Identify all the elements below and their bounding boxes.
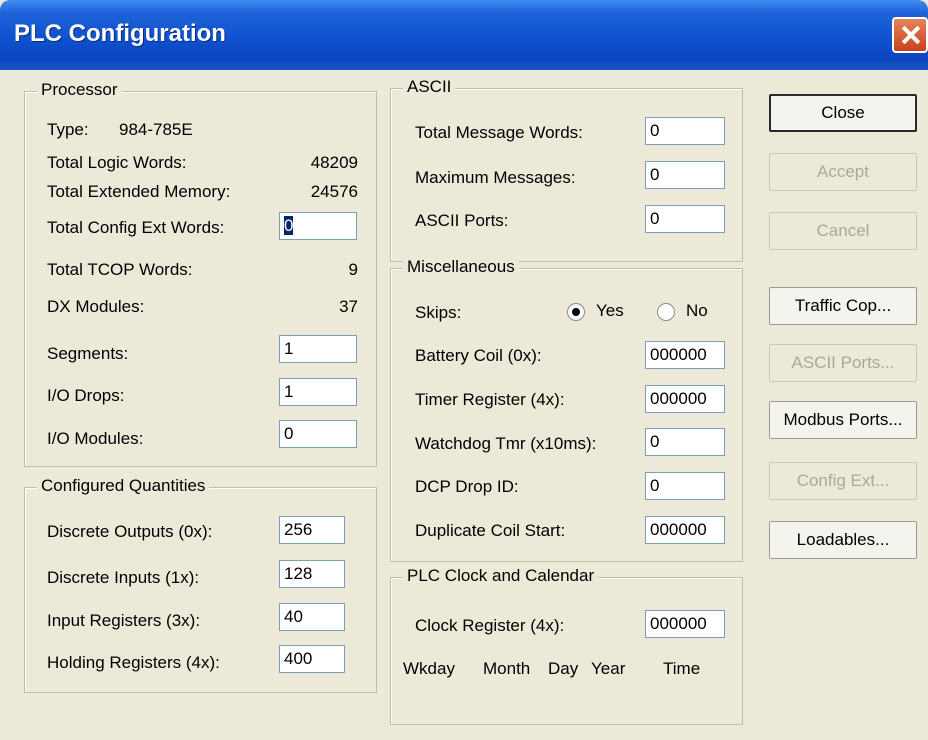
message-words-input[interactable]: 0 (645, 117, 725, 145)
clock-calendar-group: PLC Clock and Calendar Clock Register (4… (390, 566, 743, 725)
io-modules-input[interactable]: 0 (279, 420, 357, 448)
accept-button[interactable]: Accept (769, 153, 917, 191)
cancel-button[interactable]: Cancel (769, 212, 917, 250)
processor-legend: Processor (37, 80, 122, 100)
discrete-inputs-input[interactable]: 128 (279, 560, 345, 588)
timer-register-input[interactable]: 000000 (645, 385, 725, 413)
holding-registers-input[interactable]: 400 (279, 645, 345, 673)
title-bar[interactable]: PLC Configuration (0, 0, 928, 70)
discrete-outputs-input[interactable]: 256 (279, 516, 345, 544)
time-label: Time (663, 659, 701, 678)
dialog-body: Processor Type: 984-785E Total Logic Wor… (0, 70, 928, 740)
dcp-drop-input[interactable]: 0 (645, 472, 725, 500)
ascii-ports-button[interactable]: ASCII Ports... (769, 344, 917, 382)
traffic-cop-button[interactable]: Traffic Cop... (769, 287, 917, 325)
duplicate-coil-label: Duplicate Coil Start: (415, 521, 566, 540)
battery-coil-label: Battery Coil (0x): (415, 346, 542, 365)
tcop-label: Total TCOP Words: (47, 260, 193, 279)
io-modules-label: I/O Modules: (47, 429, 144, 448)
skips-yes-radio[interactable] (567, 303, 585, 321)
discrete-inputs-label: Discrete Inputs (1x): (47, 568, 200, 587)
ascii-group: ASCII Total Message Words: 0 Maximum Mes… (390, 77, 743, 262)
segments-label: Segments: (47, 344, 129, 363)
watchdog-label: Watchdog Tmr (x10ms): (415, 434, 597, 453)
config-ext-button[interactable]: Config Ext... (769, 462, 917, 500)
tcop-value: 9 (348, 260, 358, 279)
close-button[interactable]: Close (769, 94, 917, 132)
day-label: Day (548, 659, 579, 678)
plc-configuration-dialog: PLC Configuration Processor Type: 984-78… (0, 0, 928, 740)
max-messages-label: Maximum Messages: (415, 168, 576, 187)
year-label: Year (591, 659, 626, 678)
skips-label: Skips: (415, 303, 462, 322)
io-drops-input[interactable]: 1 (279, 378, 357, 406)
clock-register-label: Clock Register (4x): (415, 616, 565, 635)
month-label: Month (483, 659, 531, 678)
clock-legend: PLC Clock and Calendar (403, 566, 599, 586)
dx-label: DX Modules: (47, 297, 145, 316)
ascii-ports-input[interactable]: 0 (645, 205, 725, 233)
type-label: Type: (47, 120, 89, 139)
input-registers-label: Input Registers (3x): (47, 611, 201, 630)
skips-yes-label[interactable]: Yes (596, 301, 628, 321)
max-messages-input[interactable]: 0 (645, 161, 725, 189)
window-title: PLC Configuration (14, 20, 226, 47)
battery-coil-input[interactable]: 000000 (645, 341, 725, 369)
logic-words-value: 48209 (310, 153, 358, 172)
logic-words-label: Total Logic Words: (47, 153, 187, 172)
io-drops-label: I/O Drops: (47, 386, 125, 405)
quantities-legend: Configured Quantities (37, 476, 210, 496)
clock-register-input[interactable]: 000000 (645, 610, 725, 638)
holding-registers-label: Holding Registers (4x): (47, 653, 220, 672)
type-value: 984-785E (119, 120, 193, 139)
processor-group: Processor Type: 984-785E Total Logic Wor… (24, 80, 377, 467)
ascii-legend: ASCII (403, 77, 456, 97)
discrete-outputs-label: Discrete Outputs (0x): (47, 522, 213, 541)
timer-register-label: Timer Register (4x): (415, 390, 565, 409)
config-ext-input[interactable]: 0 (279, 212, 357, 240)
input-registers-input[interactable]: 40 (279, 603, 345, 631)
loadables-button[interactable]: Loadables... (769, 521, 917, 559)
skips-no-radio[interactable] (657, 303, 675, 321)
duplicate-coil-input[interactable]: 000000 (645, 516, 725, 544)
misc-legend: Miscellaneous (403, 257, 519, 277)
watchdog-input[interactable]: 0 (645, 428, 725, 456)
miscellaneous-group: Miscellaneous Skips: Yes No Battery Coil… (390, 257, 743, 562)
ascii-ports-label: ASCII Ports: (415, 211, 509, 230)
close-window-icon[interactable] (892, 17, 928, 53)
ext-memory-value: 24576 (310, 182, 358, 201)
segments-input[interactable]: 1 (279, 335, 357, 363)
skips-no-label[interactable]: No (686, 301, 708, 321)
configured-quantities-group: Configured Quantities Discrete Outputs (… (24, 476, 377, 693)
config-ext-label: Total Config Ext Words: (47, 218, 225, 237)
modbus-ports-button[interactable]: Modbus Ports... (769, 401, 917, 439)
config-ext-value: 0 (284, 216, 294, 235)
ext-memory-label: Total Extended Memory: (47, 182, 231, 201)
dcp-drop-label: DCP Drop ID: (415, 477, 519, 496)
wkday-label: Wkday (403, 659, 455, 678)
dx-value: 37 (339, 297, 358, 316)
message-words-label: Total Message Words: (415, 123, 583, 142)
